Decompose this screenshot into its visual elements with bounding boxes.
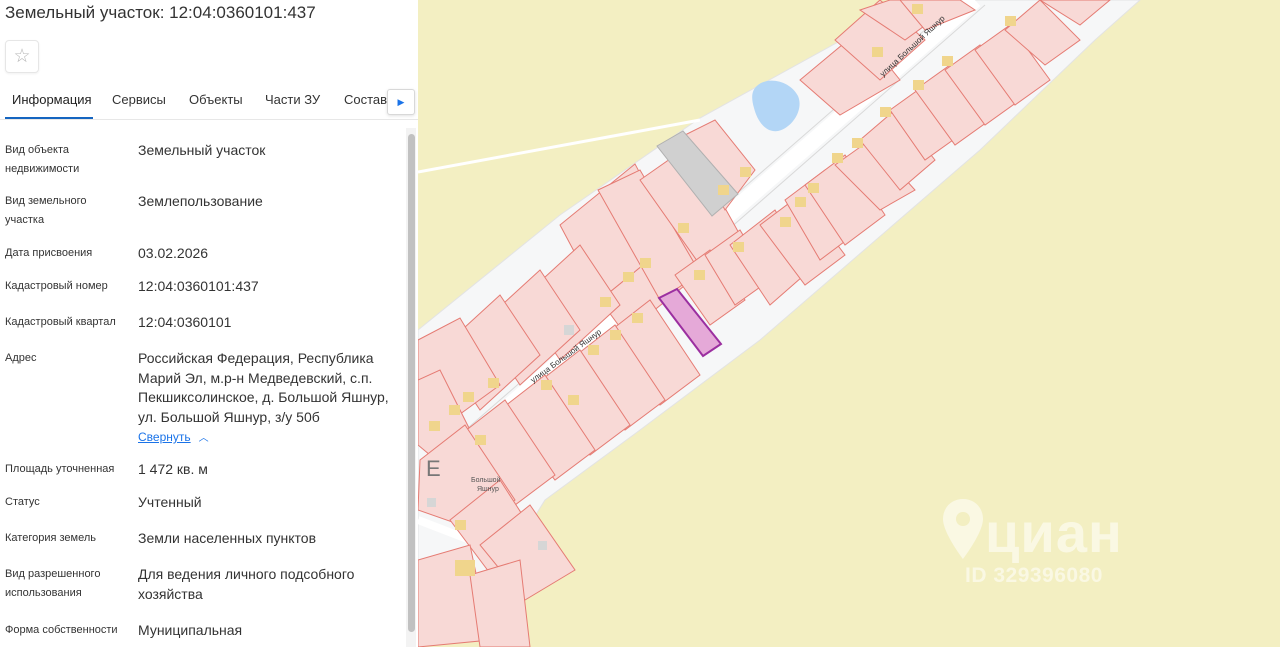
field-label: Вид объекта недвижимости xyxy=(5,144,80,175)
field-label: Площадь уточненная xyxy=(5,463,115,475)
tab-objects[interactable]: Объекты xyxy=(189,92,243,107)
page-title: Земельный участок: 12:04:0360101:437 xyxy=(5,3,316,22)
field-value: 1 472 кв. м xyxy=(138,461,208,477)
tab-services[interactable]: Сервисы xyxy=(112,92,166,107)
tab-composition[interactable]: Состав xyxy=(344,92,387,107)
field-value: Для ведения личного подсобного хозяйства xyxy=(138,566,355,602)
star-outline-icon: ☆ xyxy=(13,46,31,67)
watermark-id: ID 329396080 xyxy=(965,564,1103,587)
tab-bar: Информация Сервисы Объекты Части ЗУ Сост… xyxy=(0,84,418,120)
map-letter-e: E xyxy=(426,456,441,481)
field-label: Адрес xyxy=(5,352,37,364)
favorite-button[interactable]: ☆ xyxy=(5,40,39,73)
field-label: Кадастровый номер xyxy=(5,280,108,292)
collapse-link-label: Свернуть xyxy=(138,430,191,444)
watermark-pin-icon xyxy=(943,499,983,559)
field-row-address: Адрес Российская Федерация, Республика М… xyxy=(0,349,400,449)
tab-parcel-parts[interactable]: Части ЗУ xyxy=(265,92,320,107)
field-value: 12:04:0360101 xyxy=(138,314,232,330)
address-value: Российская Федерация, Республика Марий Э… xyxy=(138,350,389,425)
field-label: Статус xyxy=(5,496,40,508)
field-value: 03.02.2026 xyxy=(138,245,209,261)
map-canvas: улица Большой Яшнур улица Большой Яшнур … xyxy=(418,0,1141,647)
field-label: Форма собственности xyxy=(5,624,118,636)
field-value: Землепользование xyxy=(138,193,263,209)
status-value: Учтенный xyxy=(138,494,202,510)
field-label: Дата присвоения xyxy=(5,247,93,259)
tab-information[interactable]: Информация xyxy=(12,92,92,107)
field-label: Вид земельного участка xyxy=(5,195,87,226)
tabs-scroll-right-button[interactable]: ▶ xyxy=(387,89,415,115)
field-value: Земельный участок xyxy=(138,142,266,158)
chevron-up-icon: ︿ xyxy=(198,433,209,444)
field-value: 12:04:0360101:437 xyxy=(138,278,259,294)
watermark-brand: циан xyxy=(985,501,1123,564)
village-label-line2: Яшнур xyxy=(477,486,499,493)
active-tab-indicator xyxy=(5,117,93,119)
field-value: Муниципальная xyxy=(138,622,243,638)
field-value: Земли населенных пунктов xyxy=(138,530,317,546)
scrollbar-thumb[interactable] xyxy=(408,134,415,632)
field-label: Вид разрешенного использования xyxy=(5,568,101,599)
collapse-address-link[interactable]: Свернуть ︿ xyxy=(138,429,209,444)
village-label-line1: Большой xyxy=(471,476,501,484)
field-label: Категория земель xyxy=(5,532,96,544)
caret-right-icon: ▶ xyxy=(397,96,405,107)
info-panel: Земельный участок: 12:04:0360101:437 ☆ И… xyxy=(0,0,418,647)
cadastral-map[interactable]: улица Большой Яшнур улица Большой Яшнур … xyxy=(418,0,1280,647)
field-label: Кадастровый квартал xyxy=(5,316,116,328)
